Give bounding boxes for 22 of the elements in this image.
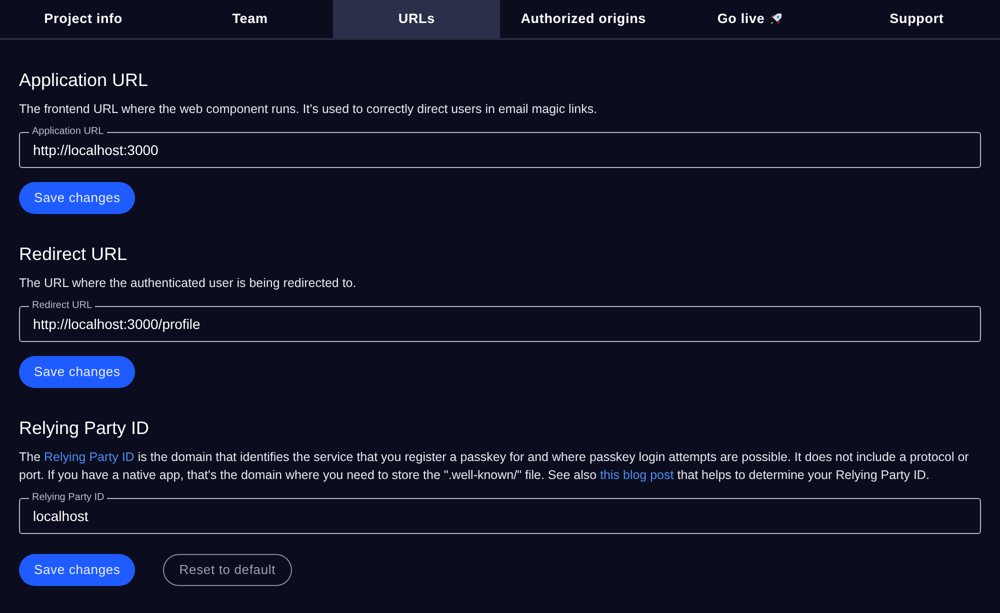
field-label: Application URL bbox=[29, 126, 107, 137]
section-title: Application URL bbox=[19, 69, 150, 92]
save-button[interactable]: Save changes bbox=[19, 182, 136, 214]
reset-button[interactable]: Reset to default bbox=[163, 554, 292, 586]
text-link[interactable]: Relying Party ID bbox=[44, 450, 134, 464]
save-button[interactable]: Save changes bbox=[19, 554, 136, 586]
section-description: The Relying Party ID is the domain that identifies the service that you register a passkey for and where passkey login attempts are possible. It does not include a protocol or port. If you have a native app, that's the domain where you need to store the ".well-known/" file. See also this blog post that helps to determine your Relying Party ID. bbox=[19, 449, 970, 484]
tab[interactable]: Authorized origins bbox=[500, 0, 667, 38]
tab[interactable]: Go live bbox=[666, 0, 834, 38]
section-description: The URL where the authenticated user is being redirected to. bbox=[19, 275, 358, 292]
text-link[interactable]: this blog post bbox=[600, 468, 674, 482]
section-description: The frontend URL where the web component runs. It’s used to correctly direct users in email magic links. bbox=[19, 101, 598, 118]
field-label: Relying Party ID bbox=[29, 492, 108, 503]
field-label: Redirect URL bbox=[29, 300, 96, 311]
rocket-icon bbox=[768, 12, 783, 26]
section-title: Redirect URL bbox=[19, 243, 128, 266]
tab[interactable]: Support bbox=[833, 0, 1000, 38]
tab[interactable]: Team bbox=[166, 0, 334, 38]
section-title: Relying Party ID bbox=[19, 417, 150, 440]
tab[interactable]: URLs bbox=[333, 0, 500, 38]
save-button[interactable]: Save changes bbox=[19, 356, 136, 388]
tab[interactable]: Project info bbox=[0, 0, 167, 38]
